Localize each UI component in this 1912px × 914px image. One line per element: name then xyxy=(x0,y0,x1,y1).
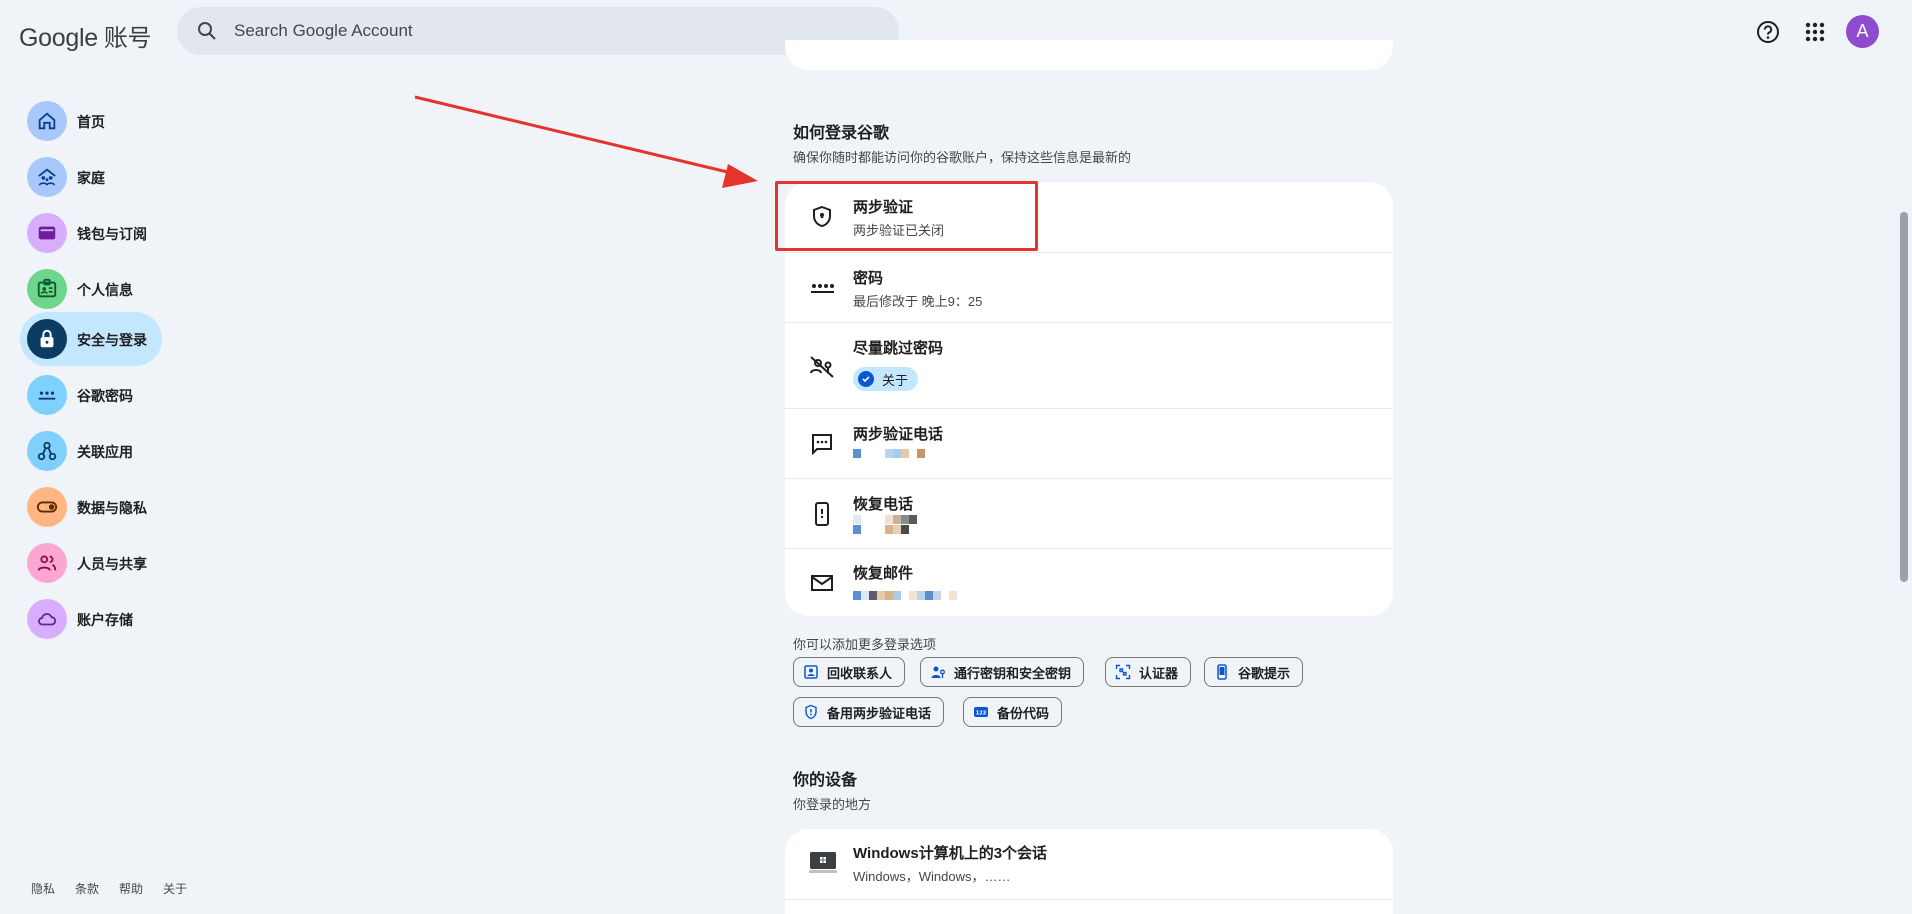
sidebar-item-label: 钱包与订阅 xyxy=(77,226,147,242)
signin-section-title: 如何登录谷歌 xyxy=(793,125,890,142)
cloud-icon xyxy=(27,599,67,639)
sidebar-item-label: 谷歌密码 xyxy=(77,388,133,404)
chip-label: 认证器 xyxy=(1139,665,1179,681)
wallet-icon xyxy=(27,213,67,253)
home-icon xyxy=(27,101,67,141)
sidebar-item-family[interactable]: 家庭 xyxy=(20,150,162,204)
mail-icon xyxy=(811,575,833,591)
signin-section-subtitle: 确保你随时都能访问你的谷歌账户，保持这些信息是最新的 xyxy=(793,150,1132,165)
sidebar-item-home[interactable]: 首页 xyxy=(20,94,162,148)
help-icon[interactable] xyxy=(1754,18,1782,46)
sidebar-item-label: 人员与共享 xyxy=(77,556,147,572)
sidebar-item-label: 关联应用 xyxy=(77,444,133,460)
sidebar-item-people-sharing[interactable]: 人员与共享 xyxy=(20,536,162,590)
sidebar-item-label: 首页 xyxy=(77,114,105,130)
more-options-label: 你可以添加更多登录选项 xyxy=(793,637,937,652)
svg-text:123: 123 xyxy=(976,710,987,716)
search-icon[interactable] xyxy=(195,19,219,43)
row-title: 两步验证电话 xyxy=(853,426,944,443)
phone-prompt-icon xyxy=(1217,664,1227,680)
sidebar-item-label: 数据与隐私 xyxy=(77,500,147,516)
sidebar-item-label: 家庭 xyxy=(77,170,105,186)
devices-section-subtitle: 你登录的地方 xyxy=(793,797,872,812)
shield-backup-icon xyxy=(805,704,817,720)
family-icon xyxy=(27,157,67,197)
computer-icon xyxy=(809,852,837,873)
footer-help-link[interactable]: 帮助 xyxy=(119,882,143,896)
footer-links: 隐私 条款 帮助 关于 xyxy=(31,880,207,897)
recovery-email-row[interactable]: 恢复邮件 xyxy=(785,548,1393,616)
authenticator-chip[interactable]: 认证器 xyxy=(1105,657,1192,687)
google-account-logo[interactable]: Google 账号 xyxy=(19,18,152,53)
sidebar-item-wallet[interactable]: 钱包与订阅 xyxy=(20,206,162,260)
previous-card-bottom xyxy=(785,40,1393,70)
recovery-phone-row[interactable]: 恢复电话 xyxy=(785,478,1393,548)
next-device-row[interactable] xyxy=(785,899,1393,914)
badge-label: 关于 xyxy=(882,372,909,388)
windows-sessions-row[interactable]: Windows计算机上的3个会话 Windows，Windows，…… xyxy=(785,829,1393,899)
row-title: 密码 xyxy=(853,270,884,287)
qr-icon xyxy=(1115,664,1131,680)
people-icon xyxy=(27,543,67,583)
password-icon xyxy=(27,375,67,415)
sidebar-item-data-privacy[interactable]: 数据与隐私 xyxy=(20,480,162,534)
skip-password-row[interactable]: 尽量跳过密码 关于 xyxy=(785,322,1393,408)
recovery-contact-chip[interactable]: 回收联系人 xyxy=(793,657,906,687)
row-subtitle: 最后修改于 晚上9：25 xyxy=(853,294,983,309)
backup-code-icon: 123 xyxy=(974,707,988,717)
passkey-icon xyxy=(931,666,945,678)
logo-account: 账号 xyxy=(103,25,152,52)
password-dots-icon xyxy=(811,284,834,293)
devices-section-title: 你的设备 xyxy=(793,772,858,789)
row-subtitle: Windows，Windows，…… xyxy=(853,869,1011,884)
sidebar-item-connected-apps[interactable]: 关联应用 xyxy=(20,424,162,478)
contact-icon xyxy=(804,665,818,679)
passkey-chip[interactable]: 通行密钥和安全密钥 xyxy=(920,657,1085,687)
sidebar-item-security[interactable]: 安全与登录 xyxy=(20,312,162,366)
phone-icon xyxy=(815,502,829,526)
devices-card: Windows计算机上的3个会话 Windows，Windows，…… xyxy=(785,829,1393,914)
chip-label: 通行密钥和安全密钥 xyxy=(954,665,1072,681)
chip-label: 回收联系人 xyxy=(827,665,893,681)
chip-label: 备用两步验证电话 xyxy=(827,705,932,721)
footer-terms-link[interactable]: 条款 xyxy=(75,882,99,896)
message-icon xyxy=(812,434,832,456)
logo-google: Google xyxy=(19,24,98,52)
avatar[interactable]: A xyxy=(1846,15,1879,48)
footer-privacy-link[interactable]: 隐私 xyxy=(31,882,55,896)
sidebar-item-label: 安全与登录 xyxy=(77,332,147,348)
lock-icon xyxy=(27,319,67,359)
google-prompt-chip[interactable]: 谷歌提示 xyxy=(1204,657,1304,687)
sidebar-item-label: 账户存储 xyxy=(77,612,133,628)
backup-codes-chip[interactable]: 123 备份代码 xyxy=(963,697,1063,727)
scrollbar-thumb[interactable] xyxy=(1900,212,1908,582)
id-card-icon xyxy=(27,269,67,309)
footer-about-link[interactable]: 关于 xyxy=(163,882,187,896)
check-icon xyxy=(858,371,874,387)
redacted-value xyxy=(853,515,937,535)
row-title: 恢复电话 xyxy=(853,496,914,513)
chip-label: 谷歌提示 xyxy=(1238,665,1291,681)
redacted-value xyxy=(853,591,957,603)
search-input[interactable] xyxy=(234,7,854,55)
backup-2sv-phone-chip[interactable]: 备用两步验证电话 xyxy=(793,697,945,727)
highlight-box xyxy=(775,181,1038,251)
redacted-value xyxy=(853,449,925,461)
chip-label: 备份代码 xyxy=(997,705,1050,721)
row-title: 尽量跳过密码 xyxy=(853,340,944,357)
status-badge: 关于 xyxy=(853,367,919,391)
password-row[interactable]: 密码 最后修改于 晚上9：25 xyxy=(785,252,1393,322)
connected-apps-icon xyxy=(27,431,67,471)
sidebar-item-label: 个人信息 xyxy=(77,282,133,298)
sidebar-item-storage[interactable]: 账户存储 xyxy=(20,592,162,646)
sidebar-item-personal-info[interactable]: 个人信息 xyxy=(20,262,162,316)
toggle-icon xyxy=(27,487,67,527)
two-step-phone-row[interactable]: 两步验证电话 xyxy=(785,408,1393,478)
row-title: 恢复邮件 xyxy=(853,565,914,582)
sidebar-item-passwords[interactable]: 谷歌密码 xyxy=(20,368,162,422)
passkey-off-icon xyxy=(810,356,834,378)
row-title: Windows计算机上的3个会话 xyxy=(853,845,1048,862)
apps-grid-icon[interactable] xyxy=(1801,18,1829,46)
